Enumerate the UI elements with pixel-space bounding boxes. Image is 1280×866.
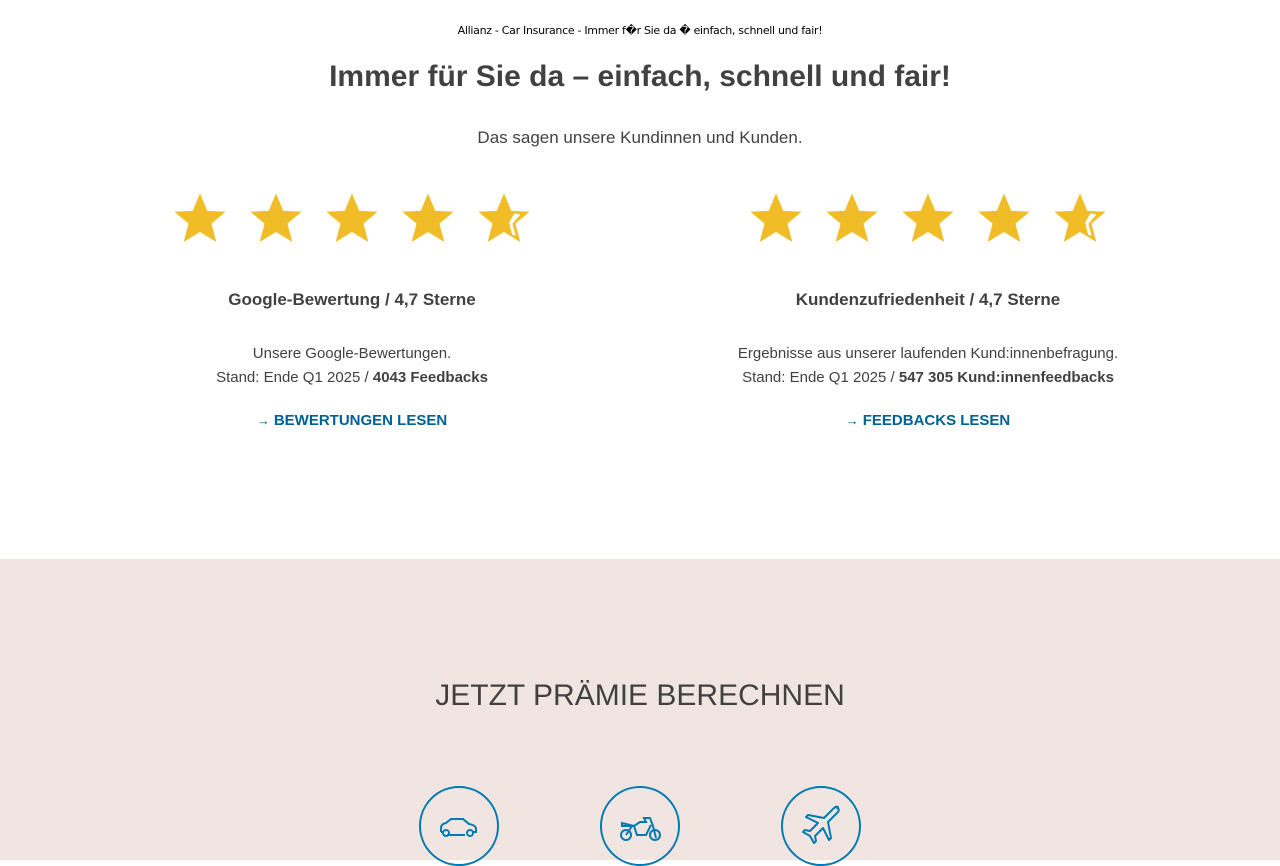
rating-line1: Ergebnisse aus unserer laufenden Kund:in… — [737, 345, 1119, 362]
link-label: FEEDBACKS LESEN — [862, 412, 1011, 429]
calculator-heading: JETZT PRÄMIE BERECHNEN — [435, 679, 845, 712]
arrow-right-icon: → — [845, 413, 859, 428]
star-rating — [648, 190, 1208, 250]
star-partial-icon — [478, 193, 530, 243]
rating-description: Unsere Google-Bewertungen. Stand: Ende Q… — [72, 342, 632, 390]
motorcycle-insurance-button[interactable] — [600, 786, 680, 866]
car-insurance-button[interactable] — [419, 786, 499, 866]
rating-count: 4043 Feedbacks — [372, 369, 488, 386]
star-full-icon — [174, 193, 226, 243]
customer-satisfaction-block: Kundenzufriedenheit / 4,7 Sterne Ergebni… — [648, 190, 1208, 430]
star-full-icon — [250, 193, 302, 243]
airplane-icon — [802, 805, 840, 844]
star-full-icon — [978, 193, 1030, 243]
star-full-icon — [826, 193, 878, 243]
arrow-right-icon: → — [256, 413, 270, 428]
rating-date: Stand: Ende Q1 2025 / — [742, 369, 899, 386]
rating-count: 547 305 Kund:innenfeedbacks — [898, 369, 1114, 386]
rating-title: Kundenzufriedenheit / 4,7 Sterne — [795, 290, 1061, 309]
google-rating-block: Google-Bewertung / 4,7 Sterne Unsere Goo… — [72, 190, 632, 430]
page-subheading: Das sagen unsere Kundinnen und Kunden. — [477, 128, 803, 147]
rating-description: Ergebnisse aus unserer laufenden Kund:in… — [648, 342, 1208, 390]
document-title: Allianz - Car Insurance - Immer f�r Sie … — [457, 24, 823, 37]
premium-calculator-section: JETZT PRÄMIE BERECHNEN — [0, 559, 1280, 866]
read-reviews-link[interactable]: → BEWERTUNGEN LESEN — [257, 412, 447, 429]
star-full-icon — [750, 193, 802, 243]
page-heading: Immer für Sie da – einfach, schnell und … — [329, 60, 951, 93]
car-icon — [440, 818, 477, 837]
star-rating — [72, 190, 632, 250]
read-feedbacks-link[interactable]: → FEEDBACKS LESEN — [846, 412, 1011, 429]
star-partial-icon — [1054, 193, 1106, 243]
rating-title: Google-Bewertung / 4,7 Sterne — [228, 290, 476, 309]
star-full-icon — [902, 193, 954, 243]
rating-date: Stand: Ende Q1 2025 / — [216, 369, 373, 386]
star-full-icon — [326, 193, 378, 243]
star-full-icon — [402, 193, 454, 243]
travel-insurance-button[interactable] — [781, 786, 861, 866]
rating-line1: Unsere Google-Bewertungen. — [252, 345, 452, 362]
link-label: BEWERTUNGEN LESEN — [273, 412, 448, 429]
motorcycle-icon — [620, 817, 661, 841]
